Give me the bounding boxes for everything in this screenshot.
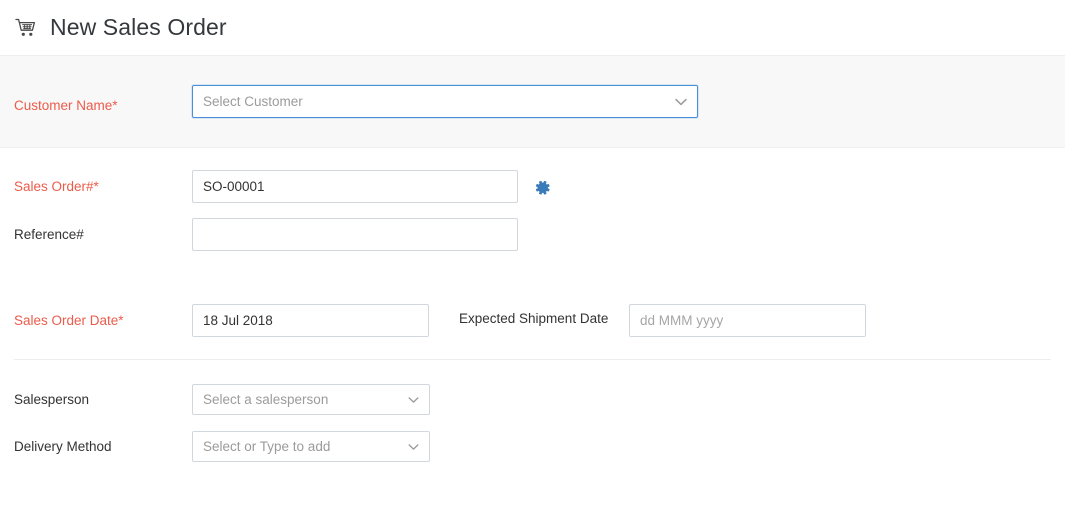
salesperson-select[interactable]: Select a salesperson [192,384,430,415]
order-details-form: Sales Order#* Reference# Sales Order Dat… [0,148,1065,462]
customer-select[interactable]: Select Customer [192,85,698,118]
page-header: New Sales Order [0,0,1065,56]
sales-order-number-label: Sales Order#* [14,170,192,195]
delivery-method-select-value: Select or Type to add [203,439,330,454]
sales-order-date-label: Sales Order Date* [14,304,192,329]
chevron-down-icon [408,443,419,450]
expected-shipment-date-input[interactable] [629,304,866,337]
delivery-method-select[interactable]: Select or Type to add [192,431,430,462]
customer-select-value: Select Customer [203,94,303,109]
delivery-method-row: Delivery Method Select or Type to add [0,431,1065,462]
delivery-method-label: Delivery Method [14,431,192,455]
customer-name-section: Customer Name* Select Customer [0,56,1065,148]
chevron-down-icon [675,98,687,106]
gear-icon[interactable] [532,177,552,197]
reference-number-input[interactable] [192,218,518,251]
sales-order-number-input[interactable] [192,170,518,203]
reference-number-label: Reference# [14,218,192,243]
salesperson-select-value: Select a salesperson [203,392,328,407]
salesperson-label: Salesperson [14,384,192,408]
reference-number-row: Reference# [0,218,1065,251]
page-title: New Sales Order [50,16,227,39]
expected-shipment-date-label: Expected Shipment Date [459,304,629,329]
dates-row: Sales Order Date* Expected Shipment Date [0,304,1065,337]
shopping-cart-icon [14,17,38,39]
fulfillment-section: Salesperson Select a salesperson Deliver… [0,360,1065,462]
salesperson-row: Salesperson Select a salesperson [0,384,1065,415]
customer-name-label: Customer Name* [14,89,192,114]
chevron-down-icon [408,396,419,403]
sales-order-number-row: Sales Order#* [0,170,1065,203]
sales-order-date-input[interactable] [192,304,429,337]
